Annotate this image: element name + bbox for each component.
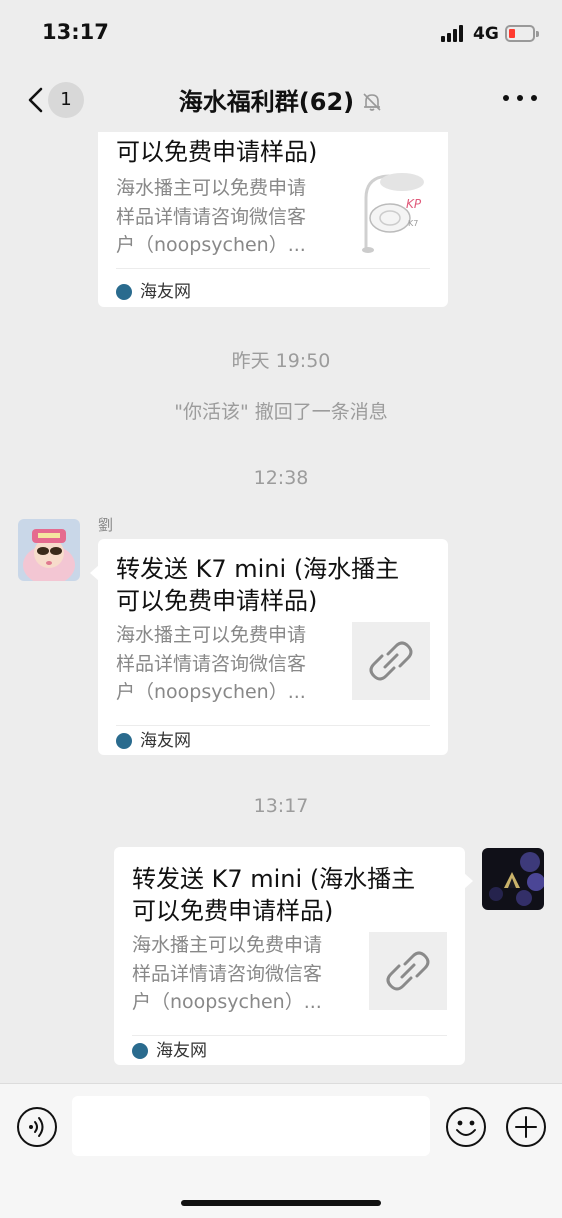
card-divider <box>116 725 430 726</box>
source-name: 海友网 <box>156 1041 207 1061</box>
back-button[interactable]: 1 <box>16 80 92 120</box>
card-divider <box>132 1035 447 1036</box>
chat-title: 海水福利群(62) <box>100 82 462 118</box>
source-name: 海友网 <box>140 731 191 751</box>
card-divider <box>116 268 430 269</box>
svg-text:KP: KP <box>406 197 422 211</box>
more-button[interactable] <box>503 92 537 104</box>
card-title: 转发送 K7 mini (海水播主 可以免费申请样品) <box>132 865 416 925</box>
card-thumbnail <box>369 932 447 1010</box>
self-avatar[interactable] <box>482 848 544 910</box>
source-name: 海友网 <box>140 282 191 302</box>
home-indicator[interactable] <box>181 1200 381 1206</box>
recall-notice: "你活该" 撤回了一条消息 <box>174 401 388 423</box>
avatar-image <box>482 848 544 910</box>
card-title: 转发送 K7 mini (海水播主 可以免费申请样品) <box>116 555 400 615</box>
status-bar: 13:17 4G <box>0 0 562 66</box>
chevron-left-icon <box>28 87 43 113</box>
timestamp: 13:17 <box>253 795 309 817</box>
link-card-incoming[interactable]: 转发送 K7 mini (海水播主 可以免费申请样品) 海水播主可以免费申请 样… <box>90 539 448 755</box>
card-description: 海水播主可以免费申请 样品详情请咨询微信客 户（noopsychen）... <box>116 624 307 703</box>
link-card-partial[interactable]: 可以免费申请样品) 海水播主可以免费申请 样品详情请咨询微信客 户（noopsy… <box>98 132 448 307</box>
sender-avatar[interactable] <box>18 519 80 581</box>
timestamp: 昨天 19:50 <box>231 350 331 372</box>
source-logo-icon <box>116 284 132 300</box>
avatar-image <box>18 519 80 581</box>
unread-count-badge: 1 <box>48 82 84 118</box>
bell-off-icon <box>363 93 381 111</box>
status-time: 13:17 <box>42 20 109 44</box>
timestamp: 12:38 <box>253 467 309 489</box>
plus-icon[interactable] <box>505 1106 547 1148</box>
link-icon <box>369 641 413 681</box>
card-title: 可以免费申请样品) <box>116 138 318 166</box>
input-bar <box>0 1083 562 1218</box>
battery-icon <box>505 25 539 42</box>
source-logo-icon <box>116 733 132 749</box>
card-description: 海水播主可以免费申请 样品详情请咨询微信客 户（noopsychen）... <box>116 177 307 256</box>
sender-name: 劉 <box>98 516 114 534</box>
link-icon <box>386 951 430 991</box>
network-label: 4G <box>473 24 499 44</box>
chat-area[interactable]: 可以免费申请样品) 海水播主可以免费申请 样品详情请咨询微信客 户（noopsy… <box>0 132 562 1083</box>
product-lamp-thumbnail: KP K7 <box>356 168 438 256</box>
card-thumbnail <box>352 622 430 700</box>
source-logo-icon <box>132 1043 148 1059</box>
chat-title-text: 海水福利群(62) <box>178 88 355 116</box>
card-description: 海水播主可以免费申请 样品详情请咨询微信客 户（noopsychen）... <box>132 934 323 1013</box>
emoji-icon[interactable] <box>445 1106 487 1148</box>
signal-icon <box>441 24 467 42</box>
nav-bar: 1 海水福利群(62) <box>0 66 562 132</box>
message-input[interactable] <box>72 1096 430 1156</box>
voice-icon[interactable] <box>16 1106 58 1148</box>
link-card-outgoing[interactable]: 转发送 K7 mini (海水播主 可以免费申请样品) 海水播主可以免费申请 样… <box>114 847 473 1065</box>
svg-text:K7: K7 <box>408 219 418 228</box>
